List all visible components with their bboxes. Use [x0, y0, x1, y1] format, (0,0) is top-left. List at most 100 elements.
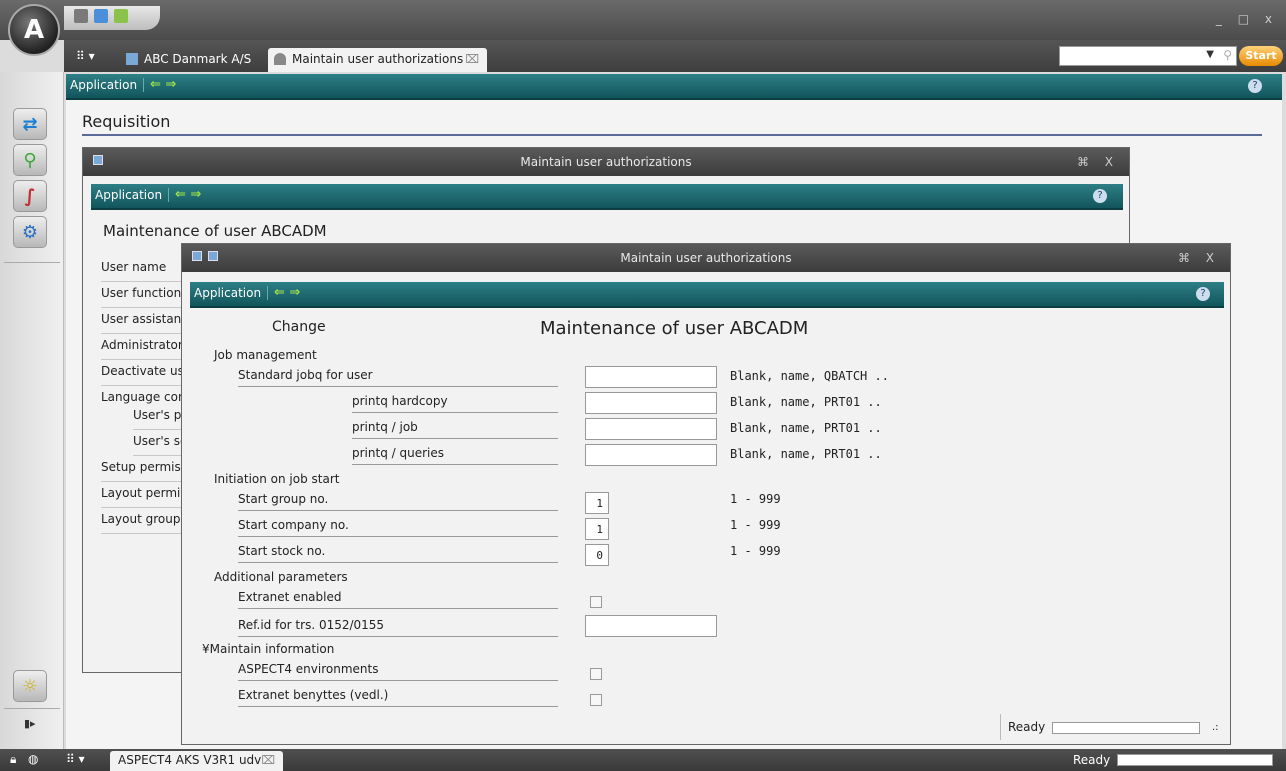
window-controls[interactable]: ⌘ X [1178, 244, 1220, 272]
tab-abc-danmark[interactable]: ABC Danmark A/S [120, 48, 259, 72]
app-window: _ □ x A ⠿ ▾ ABC Danmark A/S Maintain use… [0, 0, 1286, 771]
extranet-benyttes-checkbox[interactable] [590, 694, 602, 706]
start-company-hint: 1 - 999 [730, 518, 781, 532]
ref-id-label: Ref.id for trs. 0152/0155 [238, 618, 558, 637]
tab-label: ABC Danmark A/S [144, 52, 252, 66]
workflow-icon[interactable]: ∫ [13, 180, 47, 212]
mode-label: Change [272, 319, 326, 335]
aspect4-env-checkbox[interactable] [590, 668, 602, 680]
start-company-field[interactable]: 1 [585, 518, 609, 540]
title-underline [82, 134, 1262, 136]
status-progress-bar [1117, 754, 1273, 766]
expand-sidebar-icon[interactable]: ▮▸ [24, 717, 36, 730]
printq-queries-label: printq / queries [352, 446, 558, 465]
std-jobq-hint: Blank, name, QBATCH .. [730, 369, 889, 383]
window-progress-bar [1052, 722, 1200, 734]
nav-layout-permissions[interactable]: Layout permis [101, 482, 181, 508]
start-stock-hint: 1 - 999 [730, 544, 781, 558]
lightbulb-icon[interactable]: ☼ [13, 670, 47, 702]
globe-icon: ◍ [28, 752, 39, 766]
std-jobq-field[interactable] [585, 366, 717, 388]
close-tab-icon[interactable]: ⌧ [261, 753, 275, 767]
quick-access-toolbar [64, 6, 160, 30]
tab-menu-button[interactable]: ⠿ ▾ [76, 49, 95, 63]
printq-queries-field[interactable] [585, 444, 717, 466]
tab-label: Maintain user authorizations [292, 52, 464, 66]
nav-user-assistant[interactable]: User assistant [101, 308, 181, 334]
window-controls[interactable]: _ □ x [1216, 12, 1278, 26]
lock-icon: 🔒︎ [10, 752, 17, 766]
chevron-down-icon[interactable]: ▼ [1206, 49, 1214, 60]
help-icon[interactable]: ? [1196, 287, 1210, 301]
section-initiation: Initiation on job start [214, 472, 340, 486]
status-divider [1000, 714, 1001, 740]
search-icon[interactable]: ⚲ [13, 144, 47, 176]
section-additional-parameters: Additional parameters [214, 570, 348, 584]
sidebar-divider [4, 262, 60, 263]
nav-deactivate-user[interactable]: Deactivate user [101, 360, 181, 386]
application-menu[interactable]: Application [95, 188, 170, 202]
session-menu-button[interactable]: ⠿ ▾ [66, 752, 85, 766]
search-input[interactable]: ▼ ⚲ [1059, 46, 1237, 66]
shuffle-icon[interactable]: ⇄ [13, 108, 47, 140]
nav-users-primary[interactable]: User's pr [133, 404, 181, 430]
window-icon [208, 251, 218, 261]
nav-users-secondary[interactable]: User's se [133, 430, 181, 456]
run-icon[interactable] [114, 9, 128, 23]
search-icon[interactable]: ⚲ [1223, 48, 1232, 62]
refresh-icon[interactable] [94, 9, 108, 23]
start-button[interactable]: Start [1239, 46, 1283, 66]
start-group-hint: 1 - 999 [730, 492, 781, 506]
nav-user-name[interactable]: User name [101, 256, 181, 282]
application-menu[interactable]: Application [70, 78, 145, 92]
sidebar-divider [4, 708, 60, 709]
application-menu[interactable]: Application [194, 286, 269, 300]
aspect4-logo[interactable]: A [8, 4, 60, 56]
printq-hardcopy-field[interactable] [585, 392, 717, 414]
nav-layout-groups[interactable]: Layout groups [101, 508, 181, 534]
std-jobq-label: Standard jobq for user [238, 368, 558, 387]
back-forward-icon[interactable]: ⇐ ⇒ [274, 285, 300, 300]
printq-queries-hint: Blank, name, PRT01 .. [730, 447, 882, 461]
section-maintain-information: ¥Maintain information [202, 642, 335, 656]
extranet-enabled-label: Extranet enabled [238, 590, 558, 609]
close-tab-icon[interactable]: ⌧ [465, 52, 479, 66]
session-tab[interactable]: ASPECT4 AKS V3R1 udv⌧ [110, 751, 284, 771]
window-title-bar[interactable]: Maintain user authorizations ⌘ X [182, 244, 1230, 272]
start-group-field[interactable]: 1 [585, 492, 609, 514]
printq-job-field[interactable] [585, 418, 717, 440]
start-stock-label: Start stock no. [238, 544, 558, 563]
window-icon [192, 251, 202, 261]
window-heading: Maintenance of user ABCADM [540, 318, 809, 339]
window-heading: Maintenance of user ABCADM [103, 222, 327, 240]
window-title-bar[interactable]: Maintain user authorizations ⌘ X [83, 148, 1129, 176]
window-toolbar: Application ⇐ ⇒ ? [190, 282, 1224, 308]
nav-user-function[interactable]: User function [101, 282, 181, 308]
printq-job-hint: Blank, name, PRT01 .. [730, 421, 882, 435]
user-icon [274, 53, 286, 65]
start-group-label: Start group no. [238, 492, 558, 511]
ref-id-field[interactable] [585, 615, 717, 637]
aspect4-env-label: ASPECT4 environments [238, 662, 558, 681]
extranet-enabled-checkbox[interactable] [590, 596, 602, 608]
window-toolbar: Application ⇐ ⇒ ? [91, 184, 1123, 210]
tab-maintain-user-authorizations[interactable]: Maintain user authorizations ⌧ [268, 48, 488, 72]
window-controls[interactable]: ⌘ X [1077, 148, 1119, 176]
section-job-management: Job management [214, 348, 317, 362]
settings-icon[interactable]: ⚙ [13, 216, 47, 248]
nav-setup-permissions[interactable]: Setup permiss [101, 456, 181, 482]
resize-grip-icon[interactable]: .: [1212, 722, 1219, 733]
print-icon[interactable] [74, 9, 88, 23]
status-text: Ready [1073, 753, 1111, 767]
nav-administrator[interactable]: Administrator [101, 334, 181, 360]
start-stock-field[interactable]: 0 [585, 544, 609, 566]
help-icon[interactable]: ? [1093, 189, 1107, 203]
back-forward-icon[interactable]: ⇐ ⇒ [175, 187, 201, 202]
help-icon[interactable]: ? [1248, 79, 1262, 93]
printq-job-label: printq / job [352, 420, 558, 439]
window-icon [93, 155, 103, 165]
back-forward-icon[interactable]: ⇐ ⇒ [150, 77, 176, 92]
company-icon [126, 53, 138, 65]
page-title: Requisition [82, 112, 171, 131]
session-tab-label: ASPECT4 AKS V3R1 udv [118, 753, 262, 767]
